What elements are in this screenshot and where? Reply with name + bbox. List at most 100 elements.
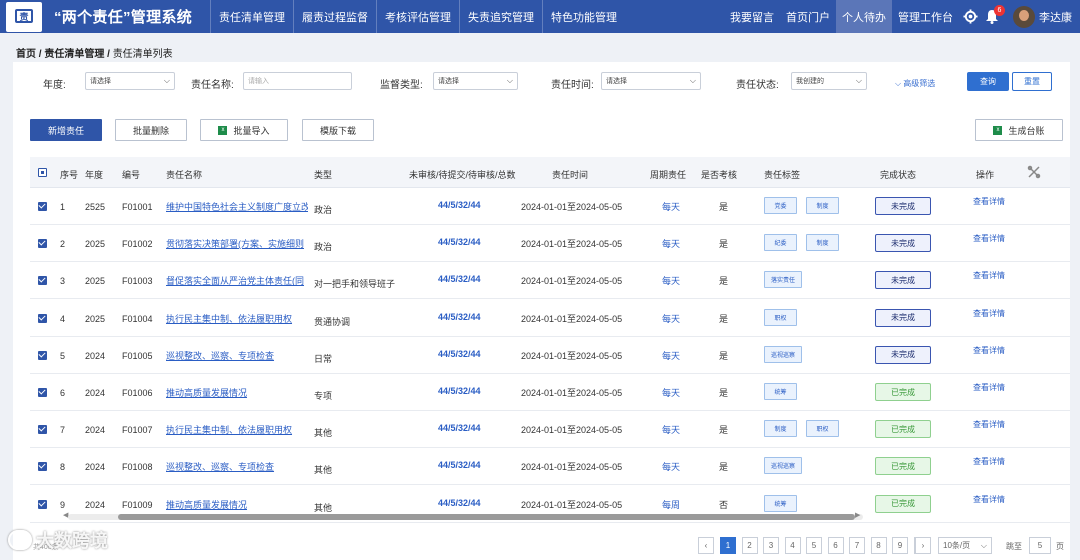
row-name-link[interactable]: 巡视整改、巡察、专项检查 bbox=[166, 460, 308, 473]
avatar[interactable] bbox=[1013, 5, 1035, 28]
page-button[interactable]: 7 bbox=[849, 537, 865, 554]
workbench-link[interactable]: 管理工作台 bbox=[892, 0, 959, 33]
row-checkbox[interactable] bbox=[38, 350, 47, 360]
row-name-link[interactable]: 维护中国特色社会主义制度广度立改 bbox=[166, 200, 308, 213]
portal-link[interactable]: 首页门户 bbox=[780, 0, 836, 33]
reset-button[interactable]: 重置 bbox=[1012, 72, 1052, 91]
row-name-link[interactable]: 巡视整改、巡察、专项检查 bbox=[166, 349, 308, 362]
bell-icon[interactable]: 6 bbox=[981, 0, 1005, 33]
row-checkbox[interactable] bbox=[38, 425, 47, 435]
row-year: 2025 bbox=[85, 239, 106, 250]
row-name-link[interactable]: 贯彻落实决策部署(方案、实施细则 bbox=[166, 237, 308, 250]
view-detail-link[interactable]: 查看详情 bbox=[973, 270, 1005, 281]
view-detail-link[interactable]: 查看详情 bbox=[973, 456, 1005, 467]
row-code: F01007 bbox=[122, 425, 153, 436]
row-type: 其他 bbox=[314, 502, 333, 513]
scroll-right-icon[interactable]: ▶ bbox=[855, 511, 860, 519]
row-year: 2024 bbox=[85, 499, 106, 510]
row-cycle: 每天 bbox=[662, 276, 681, 287]
table-row: 5 2024 F01005 巡视整改、巡察、专项检查 日常 44/5/32/44 2024-… bbox=[30, 337, 1070, 374]
row-counts: 44/5/32/44 bbox=[438, 423, 481, 434]
name-input[interactable]: 请输入 bbox=[243, 72, 352, 90]
prev-page-icon[interactable]: ‹ bbox=[698, 537, 714, 554]
app-title: “两个责任”管理系统 bbox=[54, 9, 193, 26]
scrollbar-thumb[interactable] bbox=[118, 514, 855, 520]
page-button[interactable]: 5 bbox=[806, 537, 822, 554]
page-button[interactable]: 3 bbox=[763, 537, 779, 554]
row-name-link[interactable]: 执行民主集中制、依法履职用权 bbox=[166, 312, 308, 325]
row-checkbox[interactable] bbox=[38, 276, 47, 286]
row-tag: 统筹 bbox=[764, 383, 797, 400]
page-button[interactable]: 9 bbox=[892, 537, 908, 554]
view-detail-link[interactable]: 查看详情 bbox=[973, 494, 1005, 505]
row-assess: 是 bbox=[719, 202, 729, 212]
goto-page-input[interactable]: 5 bbox=[1029, 537, 1051, 554]
row-checkbox[interactable] bbox=[38, 202, 47, 211]
batch-import-button[interactable]: x 批量导入 bbox=[200, 119, 288, 141]
generate-ledger-button[interactable]: x 生成台账 bbox=[975, 119, 1063, 141]
nav-item-special[interactable]: 特色功能管理 bbox=[542, 0, 625, 33]
goto-unit: 页 bbox=[1056, 542, 1064, 551]
page-button[interactable]: 2 bbox=[741, 537, 758, 554]
page-size-select[interactable]: 10条/页 ⌵ bbox=[938, 537, 992, 554]
time-select[interactable]: 请选择 ⌵ bbox=[601, 72, 701, 90]
nav-item-accountability[interactable]: 失责追究管理 bbox=[459, 0, 542, 33]
select-all-checkbox[interactable] bbox=[38, 168, 47, 177]
row-checkbox[interactable] bbox=[38, 313, 47, 323]
row-checkbox[interactable] bbox=[38, 499, 47, 509]
breadcrumb-section[interactable]: 责任清单管理 bbox=[44, 49, 104, 60]
row-type: 政治 bbox=[314, 242, 333, 253]
chevron-down-icon: ⌵ bbox=[855, 76, 862, 85]
row-no: 5 bbox=[60, 350, 66, 361]
view-detail-link[interactable]: 查看详情 bbox=[973, 233, 1005, 244]
year-select[interactable]: 请选择 ⌵ bbox=[85, 72, 175, 90]
view-detail-link[interactable]: 查看详情 bbox=[973, 382, 1005, 393]
gear-icon[interactable] bbox=[959, 0, 981, 33]
page-button[interactable]: 1 bbox=[720, 537, 736, 554]
col-assess: 是否考核 bbox=[701, 170, 738, 180]
page-button[interactable]: 4 bbox=[784, 537, 801, 554]
template-download-button[interactable]: 模版下载 bbox=[302, 119, 374, 141]
row-code: F01005 bbox=[122, 350, 153, 361]
todo-link[interactable]: 个人待办 bbox=[836, 0, 892, 33]
nav-item-assess[interactable]: 考核评估管理 bbox=[376, 0, 459, 33]
page-button[interactable]: 6 bbox=[827, 537, 844, 554]
status-select[interactable]: 我创建的 ⌵ bbox=[791, 72, 867, 90]
row-checkbox[interactable] bbox=[38, 239, 47, 249]
nav-item-list[interactable]: 责任清单管理 bbox=[210, 0, 293, 33]
chevron-down-icon: ⌵ bbox=[506, 76, 513, 85]
view-detail-link[interactable]: 查看详情 bbox=[973, 196, 1005, 207]
row-tag: 制度 bbox=[806, 234, 839, 252]
row-time: 2024-01-01至2024-05-05 bbox=[521, 239, 623, 250]
row-assess: 是 bbox=[719, 350, 729, 361]
view-detail-link[interactable]: 查看详情 bbox=[973, 419, 1005, 430]
view-detail-link[interactable]: 查看详情 bbox=[973, 345, 1005, 356]
supervise-type-select[interactable]: 请选择 ⌵ bbox=[433, 72, 518, 90]
user-name[interactable]: 李达康 bbox=[1039, 9, 1072, 25]
row-no: 7 bbox=[60, 425, 66, 436]
nav-item-supervise[interactable]: 履责过程监督 bbox=[293, 0, 376, 33]
row-name-link[interactable]: 执行民主集中制、依法履职用权 bbox=[166, 423, 308, 436]
goto-label: 跳至 bbox=[1006, 542, 1022, 551]
row-name-link[interactable]: 推动高质量发展情况 bbox=[166, 386, 308, 399]
row-counts: 44/5/32/44 bbox=[438, 311, 481, 322]
leave-message-link[interactable]: 我要留言 bbox=[724, 0, 780, 33]
query-button[interactable]: 查询 bbox=[967, 72, 1009, 91]
row-checkbox[interactable] bbox=[38, 462, 47, 472]
row-name-link[interactable]: 推动高质量发展情况 bbox=[166, 498, 308, 511]
batch-delete-button[interactable]: 批量删除 bbox=[115, 119, 187, 141]
main-nav: 责任清单管理 履责过程监督 考核评估管理 失责追究管理 特色功能管理 bbox=[210, 0, 625, 33]
row-checkbox[interactable] bbox=[38, 388, 47, 397]
page-button[interactable]: 8 bbox=[870, 537, 887, 554]
excel-icon: x bbox=[993, 125, 1003, 135]
advanced-filter-link[interactable]: ⌵ 高级筛选 bbox=[895, 78, 935, 89]
row-code: F01001 bbox=[122, 202, 153, 212]
breadcrumb-home[interactable]: 首页 bbox=[16, 49, 36, 60]
next-page-icon[interactable]: › bbox=[915, 537, 931, 554]
horizontal-scrollbar[interactable] bbox=[68, 514, 863, 520]
column-settings-icon[interactable] bbox=[1027, 165, 1041, 181]
view-detail-link[interactable]: 查看详情 bbox=[973, 308, 1005, 319]
add-responsibility-button[interactable]: 新增责任 bbox=[30, 119, 102, 141]
status-label: 责任状态: bbox=[736, 80, 779, 91]
row-name-link[interactable]: 督促落实全面从严治党主体责任(同 bbox=[166, 274, 308, 287]
